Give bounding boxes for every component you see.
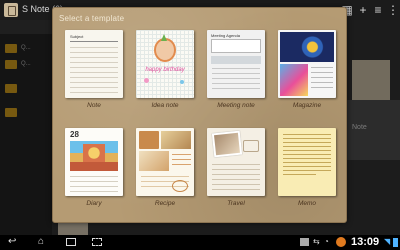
notification-icon [336, 237, 346, 247]
diary-photo-subject [83, 144, 105, 162]
system-bar: ↩ ⌂ ⇆ ◔ 13:09 ◥ [0, 235, 400, 250]
template-label: Note [87, 102, 101, 109]
party-hat-icon [161, 34, 167, 41]
template-label: Meeting note [217, 102, 255, 109]
template-label: Idea note [151, 102, 179, 109]
template-label: Diary [86, 200, 102, 207]
template-magazine[interactable]: Magazine [278, 30, 336, 109]
template-meeting-note[interactable]: Meeting Agenda Meeting note [207, 30, 265, 109]
magazine-photo [280, 64, 308, 96]
clock: 13:09 [351, 236, 380, 248]
diary-thumbnail: 28 [65, 128, 123, 196]
recipe-photo [161, 131, 191, 149]
template-heading: Meeting Agenda [211, 33, 240, 38]
s-note-icon[interactable] [4, 3, 18, 17]
alarm-icon: ◔ [324, 237, 329, 246]
battery-icon [393, 238, 398, 247]
template-travel[interactable]: Travel [207, 128, 265, 207]
template-label: Recipe [154, 200, 176, 207]
template-dialog: Select a template Subject Note happy bir… [52, 7, 347, 223]
recent-apps-icon[interactable] [66, 238, 76, 246]
template-recipe[interactable]: Recipe [136, 128, 194, 207]
template-diary[interactable]: 28 Diary [65, 128, 123, 207]
cake-icon [172, 180, 188, 192]
wifi-icon: ◥ [384, 237, 391, 246]
magazine-thumbnail [278, 30, 336, 98]
meeting-note-thumbnail: Meeting Agenda [207, 30, 265, 98]
dialog-title: Select a template [59, 14, 125, 23]
menu-icon[interactable]: ≡ [371, 3, 385, 17]
usb-icon: ⇆ [313, 237, 320, 246]
plus-icon[interactable]: + [356, 3, 370, 17]
stamp-icon [243, 140, 259, 152]
recipe-photo [139, 151, 169, 171]
template-idea-note[interactable]: happy birthday Idea note [136, 30, 194, 109]
back-icon[interactable]: ↩ [8, 237, 22, 247]
template-heading: happy birthday [145, 67, 185, 73]
template-note[interactable]: Subject Note [65, 30, 123, 109]
magazine-photo [280, 32, 334, 62]
home-icon[interactable]: ⌂ [38, 237, 52, 247]
template-label: Travel [227, 200, 245, 207]
picture-icon [300, 238, 309, 246]
more-icon[interactable]: ⋮ [386, 3, 400, 17]
template-label: Magazine [292, 102, 322, 109]
template-label: Memo [297, 200, 317, 207]
idea-note-thumbnail: happy birthday [136, 30, 194, 98]
recipe-thumbnail [136, 128, 194, 196]
travel-thumbnail [207, 128, 265, 196]
photo-placeholder [154, 38, 176, 62]
recipe-photo [139, 131, 159, 149]
template-memo[interactable]: Memo [278, 128, 336, 207]
note-thumbnail: Subject [65, 30, 123, 98]
memo-thumbnail [278, 128, 336, 196]
screenshot-icon[interactable] [92, 238, 102, 246]
polaroid-photo [211, 130, 243, 158]
template-heading: 28 [70, 130, 79, 139]
template-heading: Subject [70, 34, 84, 39]
